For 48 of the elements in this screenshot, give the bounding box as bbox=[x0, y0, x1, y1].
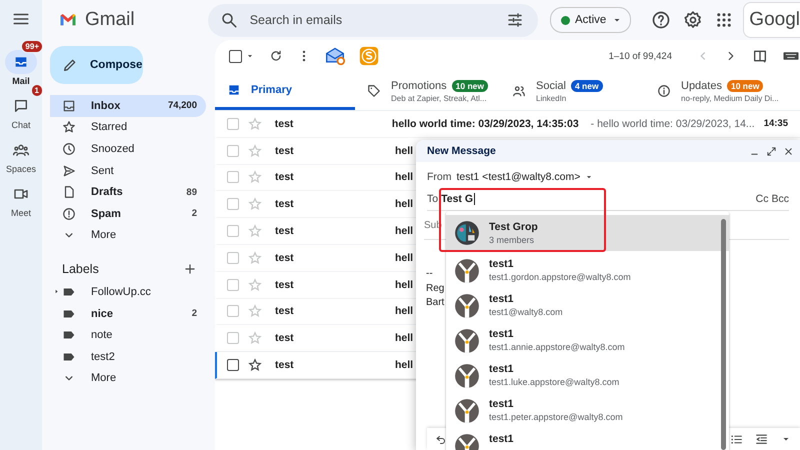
rail-label[interactable]: Chat bbox=[11, 120, 30, 130]
body-text: Bart bbox=[426, 297, 444, 308]
nav-item[interactable]: More bbox=[50, 224, 206, 246]
category-tab[interactable]: Primary bbox=[215, 72, 355, 110]
new-count-badge: 10 new bbox=[452, 80, 488, 92]
suggestion-item[interactable]: test1 bbox=[446, 428, 729, 450]
nav-item[interactable]: Sent bbox=[50, 160, 206, 182]
page-range: 1–10 of 99,424 bbox=[608, 50, 672, 62]
nav-item[interactable]: Inbox 74,200 bbox=[50, 95, 206, 117]
suggestion-item[interactable]: test1 test1.annie.appstore@walty8.com bbox=[446, 323, 729, 358]
body-text: Reg bbox=[426, 282, 444, 294]
suggestion-item[interactable]: test1 test1.peter.appstore@walty8.com bbox=[446, 393, 729, 428]
search-field[interactable]: Search in emails bbox=[208, 4, 538, 36]
label-item[interactable]: nice 2 bbox=[50, 302, 206, 324]
suggestion-item[interactable]: test1 test1@walty8.com bbox=[446, 288, 729, 323]
compose-button[interactable]: Compose bbox=[50, 46, 143, 84]
cc-link[interactable]: Cc bbox=[756, 193, 768, 205]
window-title: New Message bbox=[427, 145, 497, 157]
label-item[interactable]: note bbox=[50, 324, 206, 346]
sender-dropdown[interactable]: test1 <test1@walty8.com> bbox=[456, 171, 594, 183]
nav-item[interactable]: Drafts 89 bbox=[50, 181, 206, 203]
category-tab[interactable]: Updates 10 new no-reply, Medium Daily Di... bbox=[645, 72, 800, 110]
label-item[interactable]: FollowUp.cc bbox=[50, 281, 206, 303]
category-tab[interactable]: Social 4 new LinkedIn bbox=[500, 72, 645, 110]
status-button[interactable]: Active bbox=[550, 7, 632, 33]
field-label: To bbox=[427, 193, 438, 205]
count-badge: 99+ bbox=[21, 40, 43, 53]
label-item[interactable]: More bbox=[50, 368, 206, 390]
label-item[interactable]: test2 bbox=[50, 346, 206, 368]
field-label: From bbox=[427, 171, 452, 183]
rail-label[interactable]: Mail bbox=[12, 76, 30, 86]
nav-item[interactable]: Snoozed bbox=[50, 138, 206, 160]
app-name[interactable]: Gmail bbox=[85, 9, 135, 31]
rail-label[interactable]: Spaces bbox=[6, 164, 36, 174]
category-tab[interactable]: Promotions 10 new Deb at Zapier, Streak, Atl... bbox=[355, 72, 500, 110]
suggestion-item[interactable]: test1 test1.luke.appstore@walty8.com bbox=[446, 358, 729, 393]
bcc-link[interactable]: Bcc bbox=[771, 193, 789, 205]
count-badge: 1 bbox=[30, 84, 43, 97]
suggestion-item[interactable]: test1 test1.gordon.appstore@walty8.com bbox=[446, 253, 729, 288]
suggestion-item[interactable]: Test Grop 3 members bbox=[446, 215, 729, 251]
nav-item[interactable]: Starred bbox=[50, 116, 206, 138]
account-logo[interactable]: Googl bbox=[743, 2, 800, 38]
nav-item[interactable]: Spam 2 bbox=[50, 202, 206, 225]
new-count-badge: 4 new bbox=[570, 80, 603, 92]
body-text: -- bbox=[426, 268, 433, 280]
rail-label[interactable]: Meet bbox=[10, 208, 31, 218]
new-count-badge: 10 new bbox=[726, 80, 764, 92]
section-title: Labels bbox=[62, 262, 99, 276]
